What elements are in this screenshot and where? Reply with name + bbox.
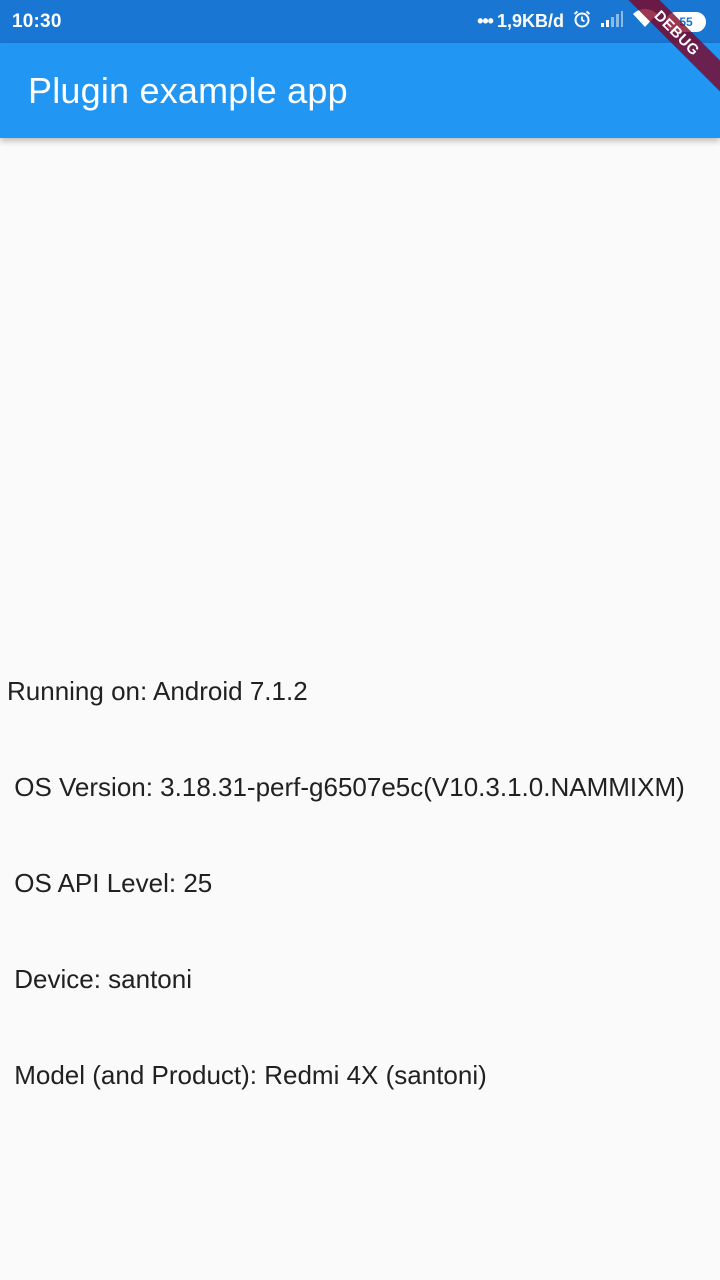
more-notifications-icon: •••: [477, 11, 494, 31]
info-os-version: OS Version: 3.18.31-perf-g6507e5c(V10.3.…: [7, 772, 685, 802]
screen: 10:30 ••• 1,9KB/d 55 Plugin example app …: [0, 0, 720, 1280]
device-info: Running on: Android 7.1.2 OS Version: 3.…: [7, 611, 685, 1155]
app-title: Plugin example app: [28, 69, 348, 111]
info-api-level: OS API Level: 25: [7, 868, 213, 898]
info-model: Model (and Product): Redmi 4X (santoni): [7, 1060, 487, 1090]
alarm-clock-icon: [572, 9, 592, 34]
app-bar: Plugin example app: [0, 43, 720, 138]
cell-signal-icon: [600, 10, 624, 33]
info-running-on: Running on: Android 7.1.2: [7, 676, 308, 706]
status-bar: 10:30 ••• 1,9KB/d 55: [0, 0, 720, 43]
network-speed: 1,9KB/d: [496, 11, 564, 31]
info-device: Device: santoni: [7, 964, 192, 994]
status-time: 10:30: [12, 10, 62, 32]
